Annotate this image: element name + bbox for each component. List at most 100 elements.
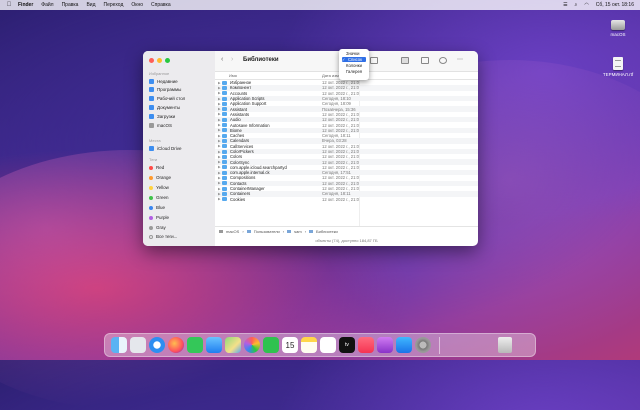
sidebar-item-recents[interactable]: Недавние xyxy=(149,79,178,84)
tag-dot-icon xyxy=(149,225,153,230)
close-button[interactable] xyxy=(149,58,154,63)
minimize-button[interactable] xyxy=(157,58,162,63)
sidebar-item-icloud[interactable]: iCloud Drive xyxy=(149,146,182,151)
search-icon[interactable]: ⌕ xyxy=(575,2,578,8)
desktop-item-document[interactable]: ТЕРМИНАЛ.rtf xyxy=(598,57,638,77)
menu-finder[interactable]: Finder xyxy=(18,2,33,8)
dock-trash-icon[interactable] xyxy=(498,337,512,353)
dock-safari-icon[interactable] xyxy=(149,337,165,353)
view-menu-item-columns[interactable]: Колонки xyxy=(342,63,366,68)
dock-photos-icon[interactable] xyxy=(244,337,260,353)
dock-maps-icon[interactable] xyxy=(225,337,241,353)
sidebar-item-label: Загрузки xyxy=(157,114,176,119)
sidebar-tag-purple[interactable]: Purple xyxy=(149,215,169,220)
sidebar-item-desktop[interactable]: Рабочий стол xyxy=(149,96,185,101)
view-menu-item-gallery[interactable]: Галерея xyxy=(342,69,366,74)
menu-edit[interactable]: Правка xyxy=(62,2,79,8)
file-list: ▶ Избранное 12 окт. 2022 г., 21:07 ▶ Компон… xyxy=(215,80,478,202)
forward-button[interactable]: › xyxy=(231,56,233,63)
menu-view[interactable]: Вид xyxy=(86,2,95,8)
folder-icon xyxy=(222,96,227,101)
sidebar-item-label: Все теги... xyxy=(156,234,178,239)
sidebar-item-label: Green xyxy=(156,195,169,200)
menu-go[interactable]: Переход xyxy=(104,2,124,8)
sidebar-item-downloads[interactable]: Загрузки xyxy=(149,114,175,119)
sidebar-tag-orange[interactable]: Orange xyxy=(149,175,171,180)
sidebar-tag-yellow[interactable]: Yellow xyxy=(149,185,169,190)
sidebar-item-label: macOS xyxy=(157,123,173,128)
dock-notes-icon[interactable] xyxy=(301,337,317,353)
menu-window[interactable]: Окно xyxy=(131,2,143,8)
folder-icon xyxy=(222,197,227,202)
dock-calendar-icon[interactable]: 15 xyxy=(282,337,298,353)
disk-icon xyxy=(219,229,223,233)
sidebar-section-locations: Места xyxy=(149,138,161,143)
sidebar-item-documents[interactable]: Документы xyxy=(149,105,180,110)
tags-icon xyxy=(149,234,153,239)
dock-mail-icon[interactable] xyxy=(206,337,222,353)
folder-icon xyxy=(222,123,227,128)
clock-label[interactable]: Сб, 15 окт. 18:16 xyxy=(596,2,634,8)
desktop-item-disk[interactable]: macOS xyxy=(598,20,638,37)
checkmark-icon: ✓ xyxy=(342,57,346,62)
status-bar: объекты (74), доступно 184,87 ГБ xyxy=(315,238,378,243)
folder-icon xyxy=(222,170,227,175)
sidebar-item-macos[interactable]: macOS xyxy=(149,123,172,128)
dock-finder-icon[interactable] xyxy=(111,337,127,353)
finder-main: ‹ › Библиотеки ⋯ Имя Дата изменения ▶ Изб… xyxy=(215,51,478,246)
table-row[interactable]: ▶ Cookies 12 окт. 2022 г., 21:07 xyxy=(215,197,478,202)
dock-appstore-icon[interactable] xyxy=(396,337,412,353)
column-name-header[interactable]: Имя xyxy=(229,73,237,78)
tag-dot-icon xyxy=(149,195,153,200)
view-menu-item-icons[interactable]: Значки xyxy=(342,51,366,56)
tag-dot-icon xyxy=(149,175,153,180)
calendar-day: 15 xyxy=(285,341,295,350)
dock-firefox-icon[interactable] xyxy=(168,337,184,353)
view-toggle-icon[interactable] xyxy=(401,57,409,64)
folder-icon xyxy=(222,101,227,106)
sidebar-item-applications[interactable]: Программы xyxy=(149,87,181,92)
group-icon[interactable] xyxy=(421,57,429,64)
dock-facetime-icon[interactable] xyxy=(263,337,279,353)
dock-settings-icon[interactable] xyxy=(415,337,431,353)
sidebar-all-tags[interactable]: Все теги... xyxy=(149,234,177,239)
tag-dot-icon xyxy=(149,185,153,190)
download-icon xyxy=(149,114,154,119)
view-menu-item-list[interactable]: ✓ Список xyxy=(342,57,366,62)
sidebar-item-label: Yellow xyxy=(156,185,169,190)
dock-messages-icon[interactable] xyxy=(187,337,203,353)
sidebar-tag-gray[interactable]: Gray xyxy=(149,225,166,230)
sidebar-item-label: Purple xyxy=(156,215,170,220)
dock-music-icon[interactable] xyxy=(358,337,374,353)
dock-podcasts-icon[interactable] xyxy=(377,337,393,353)
window-title: Библиотеки xyxy=(243,57,279,63)
folder-icon xyxy=(222,160,227,165)
menu-file[interactable]: Файл xyxy=(41,2,53,8)
tag-dot-icon xyxy=(149,215,153,220)
folder-icon xyxy=(222,175,227,180)
control-center-icon[interactable]: ☰ xyxy=(563,2,567,8)
back-button[interactable]: ‹ xyxy=(221,56,223,63)
folder-icon xyxy=(222,154,227,159)
path-segment[interactable]: Библиотеки xyxy=(316,229,338,234)
dock-reminders-icon[interactable] xyxy=(320,337,336,353)
tag-dot-icon xyxy=(149,165,153,170)
disk-icon xyxy=(149,123,154,128)
sidebar-tag-green[interactable]: Green xyxy=(149,195,169,200)
tag-icon[interactable] xyxy=(439,57,447,64)
apple-menu-icon[interactable]:  xyxy=(0,2,18,8)
path-segment[interactable]: sam xyxy=(294,229,302,234)
more-actions-icon[interactable]: ⋯ xyxy=(457,56,463,63)
path-segment[interactable]: macOS xyxy=(226,229,239,234)
dock-tv-icon[interactable]: tv xyxy=(339,337,355,353)
wifi-icon[interactable]: ◠ xyxy=(584,2,588,8)
zoom-button[interactable] xyxy=(165,58,170,63)
row-name: Cookies xyxy=(230,196,246,202)
dock-launchpad-icon[interactable] xyxy=(130,337,146,353)
cloud-icon xyxy=(149,146,154,151)
trash-icon[interactable] xyxy=(370,57,378,64)
path-segment[interactable]: Пользователи xyxy=(254,229,280,234)
sidebar-tag-red[interactable]: Red xyxy=(149,165,164,170)
menu-help[interactable]: Справка xyxy=(151,2,171,8)
sidebar-tag-blue[interactable]: Blue xyxy=(149,205,165,210)
